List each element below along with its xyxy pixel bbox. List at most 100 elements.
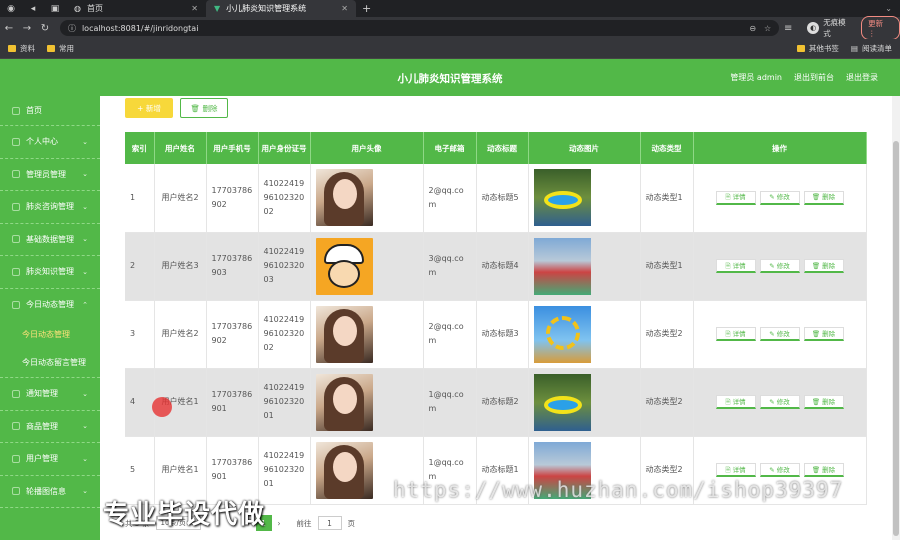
edit-button[interactable]: ✎ 修改 [759,190,800,205]
bookmark-folder[interactable]: 资料 [8,43,35,54]
user-avatar-image[interactable] [315,169,373,227]
detail-button[interactable]: 🗎 详情 [715,395,756,409]
col-index[interactable]: 索引 [125,132,155,164]
sidebar-subitem-dynamics[interactable]: 今日动态管理 [0,321,100,348]
table-row[interactable]: 4 用户姓名1 17703786901 410224199610232001 1@qq.… [125,368,867,437]
user-avatar-image[interactable] [315,305,373,363]
col-idcard[interactable]: 用户身份证号 [258,132,311,164]
tab-search-icon[interactable]: ⌄ [885,4,900,13]
action-label: 详情 [732,465,746,474]
sidebar-item-carousel[interactable]: 轮播图信息 ⌄ [0,476,100,508]
pinned-tab-icon[interactable]: ◉ [0,0,22,17]
pinned-tab-audio-icon[interactable]: ◂ [22,0,44,17]
action-label: 详情 [732,329,746,338]
detail-button[interactable]: 🗎 详情 [715,327,756,341]
sidebar-item-home[interactable]: 首页 [0,96,100,126]
incognito-indicator[interactable]: ◐ 无痕模式 [807,17,853,39]
action-label: 详情 [732,193,746,202]
detail-button[interactable]: 🗎 详情 [715,259,756,273]
dynamic-picture-image[interactable] [533,373,591,431]
detail-button[interactable]: 🗎 详情 [715,463,756,477]
sidebar-item-notices[interactable]: 通知管理 ⌄ [0,378,100,411]
col-avatar[interactable]: 用户头像 [310,132,424,164]
new-tab-button[interactable]: + [356,2,377,15]
bookmark-folder[interactable]: 常用 [47,43,74,54]
col-email[interactable]: 电子邮箱 [423,132,477,164]
sidebar-subitem-dynamics-comments[interactable]: 今日动态留言管理 [0,348,100,378]
next-page-icon[interactable]: › [278,519,281,528]
forward-icon[interactable]: → [18,23,36,34]
add-button[interactable]: + 新增 [125,98,173,118]
reading-list-icon[interactable]: ≡ [779,23,797,34]
edit-button[interactable]: ✎ 修改 [759,463,800,477]
address-bar[interactable]: ⓘ localhost:8081/#/jinridongtai ⊖ ☆ [59,20,780,36]
vue-icon: ▼ [214,4,221,13]
pinned-tab-app-icon[interactable]: ▣ [44,0,66,17]
sidebar-item-knowledge[interactable]: 肺炎知识管理 ⌄ [0,256,100,289]
cart-icon [12,422,20,431]
scrollbar-thumb[interactable] [893,141,899,536]
users-icon [12,454,20,463]
image-icon [12,487,20,496]
reload-icon[interactable]: ↻ [36,23,54,34]
other-bookmarks[interactable]: 其他书签 [796,43,839,54]
cell-phone: 17703786902 [206,164,259,233]
trash-icon: 🗑 [811,465,821,474]
close-tab-icon[interactable]: ✕ [341,4,348,13]
update-label: 更新 [868,19,884,28]
user-avatar-image[interactable] [315,237,373,295]
col-picture[interactable]: 动态图片 [528,132,641,164]
delete-button[interactable]: 🗑 删除 [803,190,844,205]
sidebar-item-basedata[interactable]: 基础数据管理 ⌄ [0,224,100,256]
batch-delete-button[interactable]: 🗑 删除 [180,98,228,118]
edit-button[interactable]: ✎ 修改 [759,259,800,273]
close-tab-icon[interactable]: ✕ [191,4,198,13]
cell-index: 4 [125,368,155,437]
pencil-icon: ✎ [769,193,775,202]
bookmark-label: 其他书签 [808,44,839,53]
delete-button[interactable]: 🗑 删除 [803,395,844,409]
detail-button[interactable]: 🗎 详情 [715,190,756,205]
action-label: 删除 [822,329,836,338]
globe-icon: ◍ [74,4,81,13]
zoom-icon[interactable]: ⊖ [749,24,756,33]
edit-button[interactable]: ✎ 修改 [759,395,800,409]
browser-tab-active[interactable]: ▼ 小儿肺炎知识管理系统 ✕ [206,0,356,17]
delete-button[interactable]: 🗑 删除 [803,259,844,273]
doc-icon: 🗎 [725,261,731,270]
browser-tab-home[interactable]: ◍ 首页 ✕ [66,0,206,17]
bookmark-star-icon[interactable]: ☆ [764,24,771,33]
back-to-frontend-link[interactable]: 退出到前台 [794,72,834,83]
dynamic-picture-image[interactable] [533,169,591,227]
sidebar-item-users[interactable]: 用户管理 ⌄ [0,443,100,476]
sidebar-item-admins[interactable]: 管理员管理 ⌄ [0,159,100,191]
user-avatar-image[interactable] [315,373,373,431]
sidebar-item-dynamics[interactable]: 今日动态管理 ⌃ [0,289,100,322]
goto-page-input[interactable]: 1 [317,516,342,530]
sidebar-item-goods[interactable]: 商品管理 ⌄ [0,411,100,443]
chevron-up-icon: ⌃ [82,300,88,309]
update-button[interactable]: 更新 ⋮ [861,16,900,40]
col-phone[interactable]: 用户手机号 [206,132,259,164]
table-row[interactable]: 2 用户姓名3 17703786903 410224199610232003 3@qq.… [125,232,867,301]
delete-button[interactable]: 🗑 删除 [803,463,844,477]
table-row[interactable]: 3 用户姓名2 17703786902 410224199610232002 2@qq.… [125,300,867,369]
sidebar-item-consult[interactable]: 肺炎咨询管理 ⌄ [0,191,100,224]
back-icon[interactable]: ← [0,23,18,34]
edit-button[interactable]: ✎ 修改 [759,327,800,341]
col-title[interactable]: 动态标题 [476,132,529,164]
reading-list[interactable]: ▤ 阅读清单 [851,43,892,54]
doc-icon: 🗎 [725,329,731,338]
logout-link[interactable]: 退出登录 [846,72,878,83]
col-type[interactable]: 动态类型 [640,132,694,164]
col-name[interactable]: 用户姓名 [154,132,207,164]
page-scrollbar[interactable] [892,96,900,540]
dynamic-picture-image[interactable] [533,305,591,363]
sidebar-item-profile[interactable]: 个人中心 ⌄ [0,126,100,159]
cell-picture [528,300,641,369]
user-avatar-image[interactable] [315,441,373,499]
dynamic-picture-image[interactable] [533,237,591,295]
pencil-icon: ✎ [769,329,775,338]
delete-button[interactable]: 🗑 删除 [803,327,844,341]
table-row[interactable]: 1 用户姓名2 17703786902 410224199610232002 2@qq.… [125,164,867,233]
